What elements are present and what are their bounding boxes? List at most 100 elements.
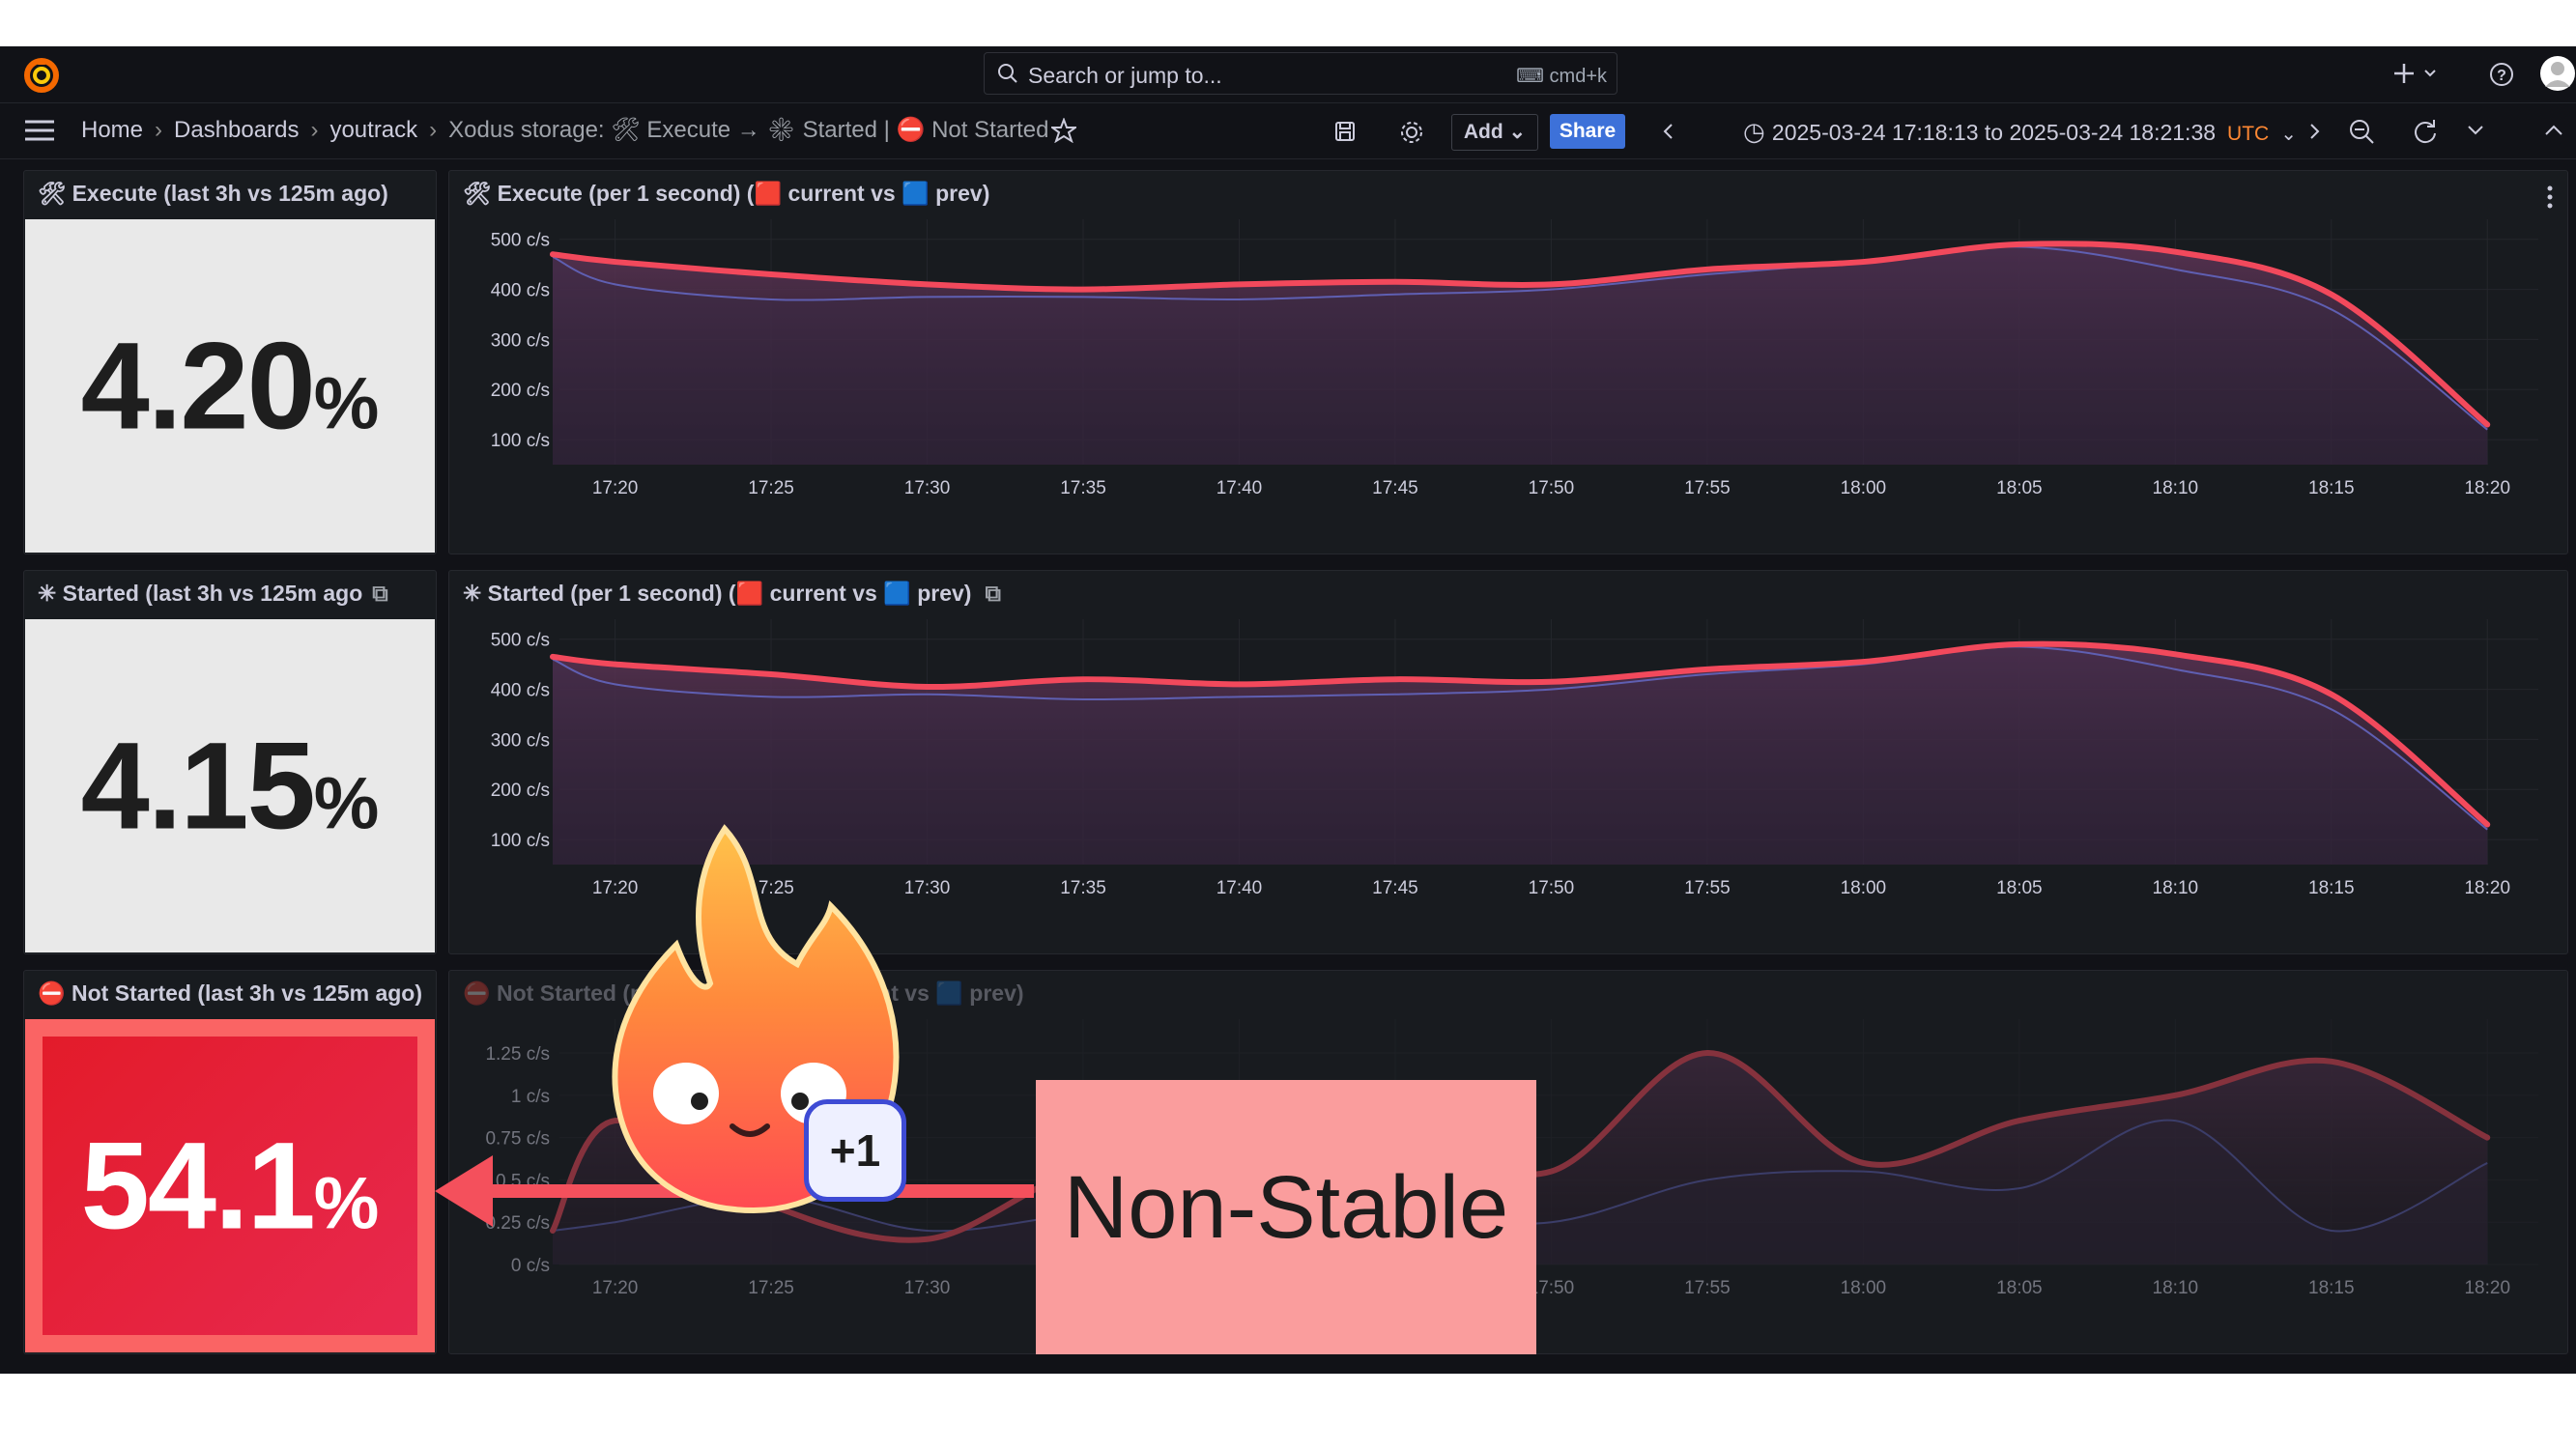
x-tick-label: 18:00 [1841,1278,1887,1298]
x-tick-label: 17:35 [1060,878,1106,898]
x-tick-label: 17:55 [1684,1278,1731,1298]
y-tick-label: 500 c/s [491,631,550,651]
x-tick-label: 17:40 [1216,878,1263,898]
x-tick-label: 17:45 [1372,878,1418,898]
stat-panel-execute[interactable]: 🛠 Execute (last 3h vs 125m ago) 4.20% [23,170,437,554]
add-label: Add [1463,121,1503,143]
y-tick-label: 100 c/s [491,431,550,451]
panel-title: ✳ Started (per 1 second) (🟥 current vs 🟦… [463,581,1001,607]
y-tick-label: 1.25 c/s [485,1044,550,1065]
x-tick-label: 18:05 [1996,478,2043,498]
x-tick-label: 17:30 [904,1278,951,1298]
breadcrumb-bar: Home › Dashboards › youtrack › Xodus storage: … [0,102,2576,159]
x-tick-label: 18:05 [1996,1278,2043,1298]
x-tick-label: 18:10 [2153,878,2199,898]
stat-value: 54.1% [25,1115,435,1257]
panel-title-text: ✳ Started (last 3h vs 125m ago [38,581,363,606]
breadcrumb-dashboard-title: Xodus storage: 🛠 Execute → ✳ Started | ⛔… [448,117,1049,143]
y-tick-label: 400 c/s [491,281,550,301]
x-tick-label: 18:05 [1996,878,2043,898]
grafana-app: Search or jump to... ⌨ cmd+k ? Home › Dash… [0,46,2576,1374]
panel-title: 🛠 Execute (last 3h vs 125m ago) [38,181,388,206]
chevron-right-icon: › [155,117,163,143]
star-icon[interactable] [1051,118,1076,143]
stat-unit: % [313,362,380,444]
stat-number: 4.20 [80,317,316,455]
breadcrumb: Home › Dashboards › youtrack › Xodus storage: … [81,116,1048,144]
x-tick-label: 18:20 [2464,478,2510,498]
y-tick-label: 200 c/s [491,781,550,801]
user-avatar[interactable] [2539,54,2576,93]
refresh-icon[interactable] [2412,118,2439,145]
stat-unit: % [313,762,380,844]
search-shortcut: ⌨ cmd+k [1516,64,1607,88]
stat-box: 4.15% [25,619,435,952]
time-back-icon[interactable] [1662,122,1675,141]
help-icon[interactable]: ? [2489,62,2514,87]
y-tick-label: 300 c/s [491,730,550,751]
x-tick-label: 18:15 [2308,478,2355,498]
stat-number: 54.1 [80,1117,316,1255]
y-tick-label: 500 c/s [491,231,550,251]
stat-panel-started[interactable]: ✳ Started (last 3h vs 125m ago ⧉ 4.15% [23,570,437,954]
chevron-down-icon: ⌄ [1503,121,1527,143]
time-forward-icon[interactable] [2307,122,2321,141]
chevron-right-icon: › [310,117,319,143]
grafana-logo-icon[interactable] [23,57,60,94]
non-stable-callout: Non-Stable [1036,1080,1536,1354]
x-tick-label: 17:25 [748,478,794,498]
panel-menu-icon[interactable] [2546,185,2554,210]
stat-panel-not-started[interactable]: ⛔ Not Started (last 3h vs 125m ago) 54.1… [23,970,437,1354]
search-placeholder: Search or jump to... [1028,63,1222,88]
x-tick-label: 18:15 [2308,878,2355,898]
keyboard-icon: ⌨ [1516,66,1550,87]
x-tick-label: 18:10 [2153,1278,2199,1298]
share-button[interactable]: Share [1550,114,1625,149]
chevron-down-icon: ⌄ [2280,124,2297,145]
x-tick-label: 18:15 [2308,1278,2355,1298]
stat-value: 4.20% [25,315,435,457]
x-tick-label: 18:00 [1841,878,1887,898]
breadcrumb-home[interactable]: Home [81,117,143,143]
x-tick-label: 17:35 [1060,478,1106,498]
plus-one-badge: +1 [804,1099,906,1202]
search-input[interactable]: Search or jump to... ⌨ cmd+k [984,52,1617,95]
y-tick-label: 400 c/s [491,681,550,701]
y-tick-label: 0 c/s [511,1256,550,1276]
refresh-interval-chevron-icon[interactable] [2466,124,2485,137]
stat-box: 4.20% [25,219,435,553]
x-tick-label: 17:20 [592,1278,639,1298]
zoom-out-icon[interactable] [2348,118,2375,145]
x-tick-label: 18:20 [2464,1278,2510,1298]
panel-title: ⛔ Not Started (last 3h vs 125m ago) [38,980,423,1006]
svg-text:?: ? [2497,68,2506,84]
timeseries-panel-execute[interactable]: 🛠 Execute (per 1 second) (🟥 current vs 🟦… [448,170,2568,554]
add-button[interactable]: Add ⌄ [1451,114,1538,151]
breadcrumb-folder[interactable]: youtrack [329,117,417,143]
x-tick-label: 17:30 [904,478,951,498]
panel-title: 🛠 Execute (per 1 second) (🟥 current vs 🟦… [463,181,990,206]
external-link-icon[interactable]: ⧉ [372,581,387,606]
new-plus-icon[interactable] [2394,62,2439,85]
clock-icon: ◷ [1743,117,1772,146]
x-tick-label: 18:20 [2464,878,2510,898]
settings-gear-icon[interactable] [1399,120,1424,145]
timezone-label: UTC [2227,123,2270,145]
external-link-icon[interactable]: ⧉ [985,581,1000,606]
top-bar: Search or jump to... ⌨ cmd+k ? [0,46,2576,103]
time-range-picker[interactable]: ◷ 2025-03-24 17:18:13 to 2025-03-24 18:2… [1743,117,2297,147]
y-tick-label: 100 c/s [491,831,550,851]
callout-label: Non-Stable [1063,1158,1509,1257]
x-tick-label: 18:00 [1841,478,1887,498]
x-tick-label: 18:10 [2153,478,2199,498]
timeseries-chart-execute[interactable]: 100 c/s 200 c/s 300 c/s 400 c/s 500 c/s 17:20… [449,219,2565,552]
chevron-right-icon: › [429,117,438,143]
stat-value: 4.15% [25,715,435,857]
save-icon[interactable] [1333,120,1357,143]
x-tick-label: 17:55 [1684,478,1731,498]
menu-icon[interactable] [23,118,56,143]
x-tick-label: 17:50 [1529,478,1575,498]
breadcrumb-dashboards[interactable]: Dashboards [174,117,299,143]
collapse-chevron-up-icon[interactable] [2543,124,2564,137]
stat-number: 4.15 [80,717,316,855]
